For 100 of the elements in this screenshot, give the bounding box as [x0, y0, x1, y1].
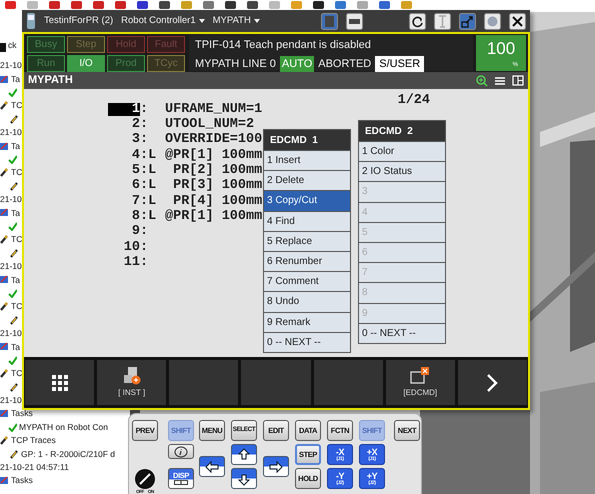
- menu-item[interactable]: 3 Copy/Cut: [264, 191, 350, 211]
- line-number: 11: [122, 256, 140, 270]
- tree-item[interactable]: Ta: [11, 206, 20, 220]
- tree-item[interactable]: 21-10: [0, 126, 22, 140]
- refresh-icon[interactable]: [409, 12, 426, 30]
- keyboard-icon[interactable]: [346, 12, 363, 30]
- line-number: 8: [130, 210, 140, 224]
- tree-item[interactable]: GP: 1 - R-2000iC/210F d: [21, 448, 116, 460]
- window-icon: [174, 480, 188, 485]
- line-marker: :: [140, 102, 150, 116]
- status-lamp: Busy: [27, 36, 65, 53]
- pencil-icon: [10, 248, 19, 258]
- line-number: 9: [130, 225, 140, 239]
- toolbar-icon[interactable]: [136, 1, 149, 10]
- menu-item[interactable]: 2 Delete: [264, 171, 350, 190]
- arrow-key[interactable]: [231, 444, 257, 465]
- tree-item[interactable]: 21-10: [0, 260, 22, 273]
- program-line[interactable]: UFRAME_NUM=1: [165, 102, 262, 116]
- right-arrow-icon: [268, 458, 284, 474]
- pendant-icon: [26, 13, 36, 29]
- pencil-icon: [10, 114, 19, 124]
- title-menu[interactable]: MYPATH: [212, 14, 260, 28]
- title-menu[interactable]: TestinfForPR (2): [44, 14, 114, 28]
- tree-item[interactable]: TC: [11, 367, 22, 380]
- menu-item[interactable]: 2 IO Status: [359, 162, 445, 182]
- tasks-icon: [0, 142, 9, 151]
- line-marker: :L: [140, 210, 158, 224]
- tree-item[interactable]: TC: [11, 300, 22, 314]
- close-icon[interactable]: [509, 12, 526, 30]
- arrow-key[interactable]: [199, 456, 225, 477]
- toolbar-icon[interactable]: [246, 1, 259, 10]
- screen-title: MYPATH: [28, 73, 73, 88]
- tree-item[interactable]: TCP Traces: [11, 434, 56, 447]
- menu-item[interactable]: 0 -- NEXT --: [359, 324, 445, 343]
- tree-item[interactable]: Ta: [11, 274, 20, 286]
- menu-item[interactable]: 8 Undo: [264, 292, 350, 312]
- split-view-icon[interactable]: [512, 75, 524, 86]
- line-number: 1: [108, 102, 140, 116]
- function-key[interactable]: [ INST ]: [97, 360, 166, 405]
- menu-item[interactable]: 5 Replace: [264, 232, 350, 251]
- function-key[interactable]: [25, 360, 94, 405]
- menu-item[interactable]: 9 Remark: [264, 312, 350, 332]
- status-lamp: Hold: [107, 36, 145, 53]
- program-line[interactable]: @PR[1] 100mm: [165, 148, 262, 162]
- chevron-right-icon: [486, 372, 498, 392]
- tasks-icon: [0, 275, 9, 284]
- tree-item[interactable]: TC: [11, 166, 22, 180]
- line-number: 10: [122, 240, 140, 254]
- menu-item[interactable]: 7 Comment: [264, 272, 350, 292]
- tasks-icon: [0, 342, 9, 352]
- tree-item[interactable]: Ta: [11, 72, 20, 86]
- tree-item[interactable]: 21-10-21 04:57:11: [0, 461, 69, 474]
- toolbar-icon[interactable]: [312, 1, 325, 10]
- tree-item[interactable]: TC: [11, 233, 22, 246]
- program-line[interactable]: PR[3] 100mm: [165, 179, 262, 193]
- tree-item[interactable]: Ta: [11, 340, 20, 354]
- program-line[interactable]: OVERRIDE=100: [165, 133, 262, 147]
- dial-icon[interactable]: [134, 468, 156, 490]
- line-marker: :: [140, 118, 150, 132]
- status-text: AUTO: [280, 56, 314, 72]
- line-number: 2: [130, 118, 140, 132]
- line-marker: :: [140, 225, 150, 239]
- tree-item[interactable]: 21-10: [0, 394, 22, 407]
- tree-item[interactable]: Ta: [11, 140, 20, 152]
- arrow-key[interactable]: [231, 468, 257, 489]
- status-lamp: Fault: [147, 36, 185, 53]
- add-instruction-icon: [122, 366, 142, 384]
- program-line[interactable]: PR[4] 100mm: [165, 194, 262, 208]
- pencil-icon: [0, 168, 9, 178]
- menu-item[interactable]: 1 Insert: [264, 151, 350, 170]
- zoom-in-icon[interactable]: [476, 74, 488, 86]
- menu-item[interactable]: 1 Color: [359, 142, 445, 162]
- status-lamp: Step: [67, 36, 105, 53]
- tree-item[interactable]: Tasks: [11, 474, 33, 488]
- toolbar-icon[interactable]: [158, 1, 171, 10]
- status-lamp: TCyc: [147, 55, 185, 72]
- line-number: 6: [130, 179, 140, 193]
- title-menu[interactable]: Robot Controller1: [121, 14, 205, 28]
- function-key[interactable]: [EDCMD]: [386, 360, 455, 405]
- arrow-key[interactable]: [263, 456, 289, 477]
- pencil-icon: [10, 450, 19, 459]
- export-icon[interactable]: [459, 12, 476, 30]
- program-line[interactable]: PR[2] 100mm: [165, 164, 262, 178]
- menu-item[interactable]: 4 Find: [264, 212, 350, 231]
- menu-item[interactable]: 6 Renumber: [264, 252, 350, 272]
- tree-item[interactable]: TC: [11, 99, 22, 112]
- tree-item[interactable]: 21-10: [0, 59, 22, 72]
- toolbar-button[interactable]: ck: [8, 39, 16, 52]
- program-line[interactable]: @PR[1] 100mm: [165, 210, 262, 224]
- tree-item[interactable]: MYPATH on Robot Con: [19, 420, 108, 434]
- check-icon: [8, 422, 17, 432]
- tree-item[interactable]: 21-10: [0, 327, 22, 340]
- tree-item[interactable]: Tasks: [11, 407, 33, 420]
- menu-icon[interactable]: [494, 76, 506, 86]
- tree-item[interactable]: 21-10: [0, 193, 22, 206]
- toolbar-icon[interactable]: [224, 1, 237, 10]
- info-key[interactable]: [168, 444, 194, 459]
- status-message: TPIF-014 Teach pendant is disabled: [195, 38, 372, 53]
- program-line[interactable]: UTOOL_NUM=2: [165, 118, 254, 132]
- menu-item[interactable]: 0 -- NEXT --: [264, 332, 350, 352]
